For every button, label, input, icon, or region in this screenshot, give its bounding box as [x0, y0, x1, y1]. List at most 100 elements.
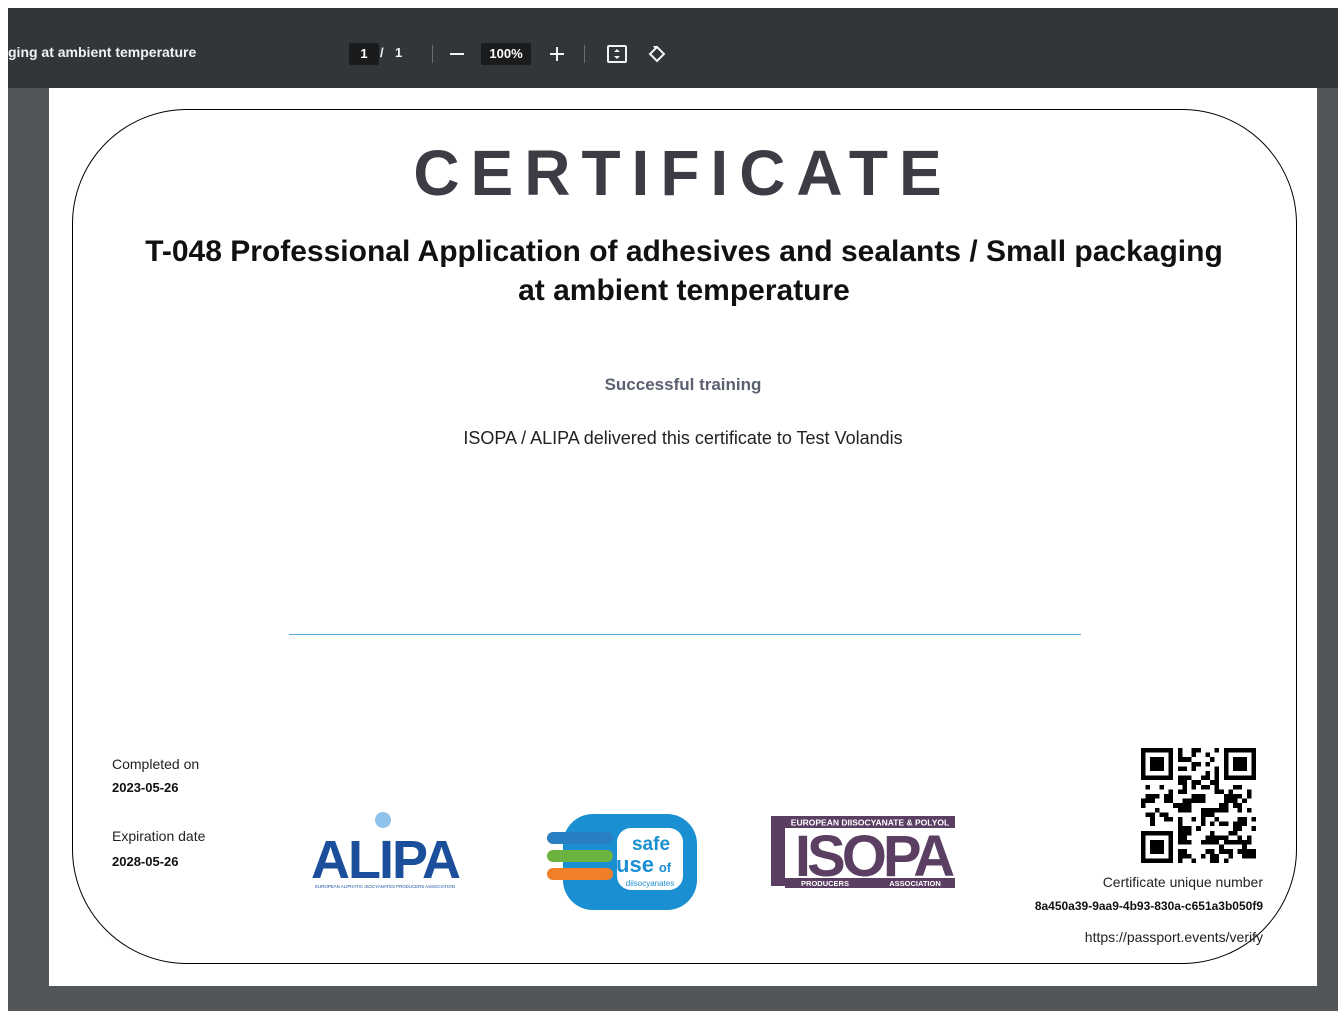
qr-module — [1191, 752, 1197, 758]
qr-module — [1233, 748, 1238, 753]
verify-link[interactable]: https://passport.events/verify — [1085, 929, 1263, 945]
qr-module — [1233, 775, 1238, 781]
qr-module — [1214, 853, 1220, 859]
qr-module — [1182, 826, 1187, 831]
qr-code — [1141, 748, 1256, 863]
qr-module — [1251, 766, 1256, 771]
qr-module — [1168, 835, 1174, 840]
qr-module — [1210, 830, 1215, 836]
qr-module — [1141, 849, 1146, 854]
qr-module — [1251, 752, 1256, 758]
qr-module — [1141, 761, 1146, 767]
qr-module — [1141, 830, 1146, 836]
qr-module — [1214, 771, 1220, 776]
qr-module — [1182, 803, 1187, 808]
qr-module — [1210, 780, 1215, 785]
qr-module — [1228, 830, 1233, 836]
qr-module — [1210, 812, 1215, 817]
qr-module — [1177, 757, 1183, 762]
course-title-line2: at ambient temperature — [518, 274, 850, 307]
qr-module — [1233, 803, 1238, 808]
qr-module — [1168, 830, 1174, 836]
page-number-input[interactable]: 1 — [349, 43, 379, 65]
qr-module — [1168, 794, 1174, 799]
rotate-button[interactable] — [645, 42, 669, 66]
qr-module — [1214, 780, 1220, 785]
qr-module — [1145, 798, 1151, 804]
qr-module — [1200, 853, 1206, 859]
plus-icon — [550, 47, 564, 61]
qr-module — [1177, 826, 1183, 831]
expiration-date: 2028-05-26 — [112, 854, 179, 869]
qr-module — [1210, 853, 1215, 859]
qr-module — [1164, 858, 1169, 863]
qr-module — [1228, 794, 1233, 799]
qr-module — [1168, 771, 1174, 776]
alipa-tagline: EUROPEAN ALIPHATIC ISOCYANATES PRODUCERS… — [315, 884, 455, 889]
qr-module — [1205, 807, 1210, 813]
qr-module — [1177, 849, 1183, 854]
qr-module — [1246, 835, 1252, 840]
qr-module — [1191, 766, 1197, 771]
qr-module — [1223, 752, 1229, 758]
qr-module — [1164, 775, 1169, 781]
safe-use-text-of: of — [659, 860, 672, 875]
zoom-in-button[interactable] — [545, 42, 569, 66]
toolbar-divider — [584, 45, 585, 63]
qr-module — [1219, 789, 1224, 794]
qr-module — [1182, 853, 1187, 859]
toolbar-divider — [432, 45, 433, 63]
qr-module — [1177, 789, 1183, 794]
qr-module — [1205, 835, 1210, 840]
qr-module — [1154, 757, 1160, 762]
qr-module — [1200, 812, 1206, 817]
qr-module — [1187, 757, 1192, 762]
pdf-page: CERTIFICATE T-048 Professional Applicati… — [49, 88, 1317, 986]
qr-module — [1154, 849, 1160, 854]
qr-module — [1246, 775, 1252, 781]
qr-module — [1159, 849, 1164, 854]
qr-module — [1191, 780, 1197, 785]
qr-module — [1205, 840, 1210, 845]
fit-to-page-button[interactable] — [605, 42, 629, 66]
qr-module — [1196, 798, 1201, 804]
course-title-line1: T-048 Professional Application of adhesi… — [145, 235, 1223, 268]
qr-module — [1187, 853, 1192, 859]
isopa-logo-graphic: EUROPEAN DIISOCYANATE & POLYOL ISOPA PRO… — [771, 816, 958, 889]
qr-module — [1177, 853, 1183, 859]
qr-module — [1177, 748, 1183, 753]
qr-module — [1228, 853, 1233, 859]
window-top-strip — [0, 0, 1338, 8]
page-total: 1 — [395, 45, 403, 60]
qr-module — [1141, 752, 1146, 758]
qr-module — [1150, 812, 1155, 817]
zoom-out-button[interactable] — [445, 42, 469, 66]
qr-module — [1214, 817, 1220, 822]
qr-module — [1182, 840, 1187, 845]
qr-module — [1200, 821, 1206, 827]
qr-module — [1237, 817, 1243, 822]
unique-number: 8a450a39-9aa9-4b93-830a-c651a3b050f9 — [1034, 899, 1263, 913]
qr-module — [1177, 821, 1183, 827]
qr-module — [1210, 835, 1215, 840]
qr-module — [1237, 784, 1243, 790]
qr-module — [1251, 826, 1256, 831]
qr-module — [1182, 807, 1187, 813]
zoom-level-input[interactable]: 100% — [481, 43, 531, 65]
qr-module — [1182, 784, 1187, 790]
qr-module — [1200, 807, 1206, 813]
qr-module — [1191, 858, 1197, 863]
qr-module — [1242, 775, 1247, 781]
qr-module — [1164, 817, 1169, 822]
qr-module — [1237, 748, 1243, 753]
qr-module — [1242, 821, 1247, 827]
qr-module — [1233, 840, 1238, 845]
qr-module — [1177, 803, 1183, 808]
qr-module — [1214, 835, 1220, 840]
qr-module — [1223, 794, 1229, 799]
qr-module — [1246, 840, 1252, 845]
signature-line — [289, 634, 1081, 635]
page-separator: / — [380, 45, 384, 60]
qr-module — [1159, 784, 1164, 790]
qr-module — [1233, 794, 1238, 799]
